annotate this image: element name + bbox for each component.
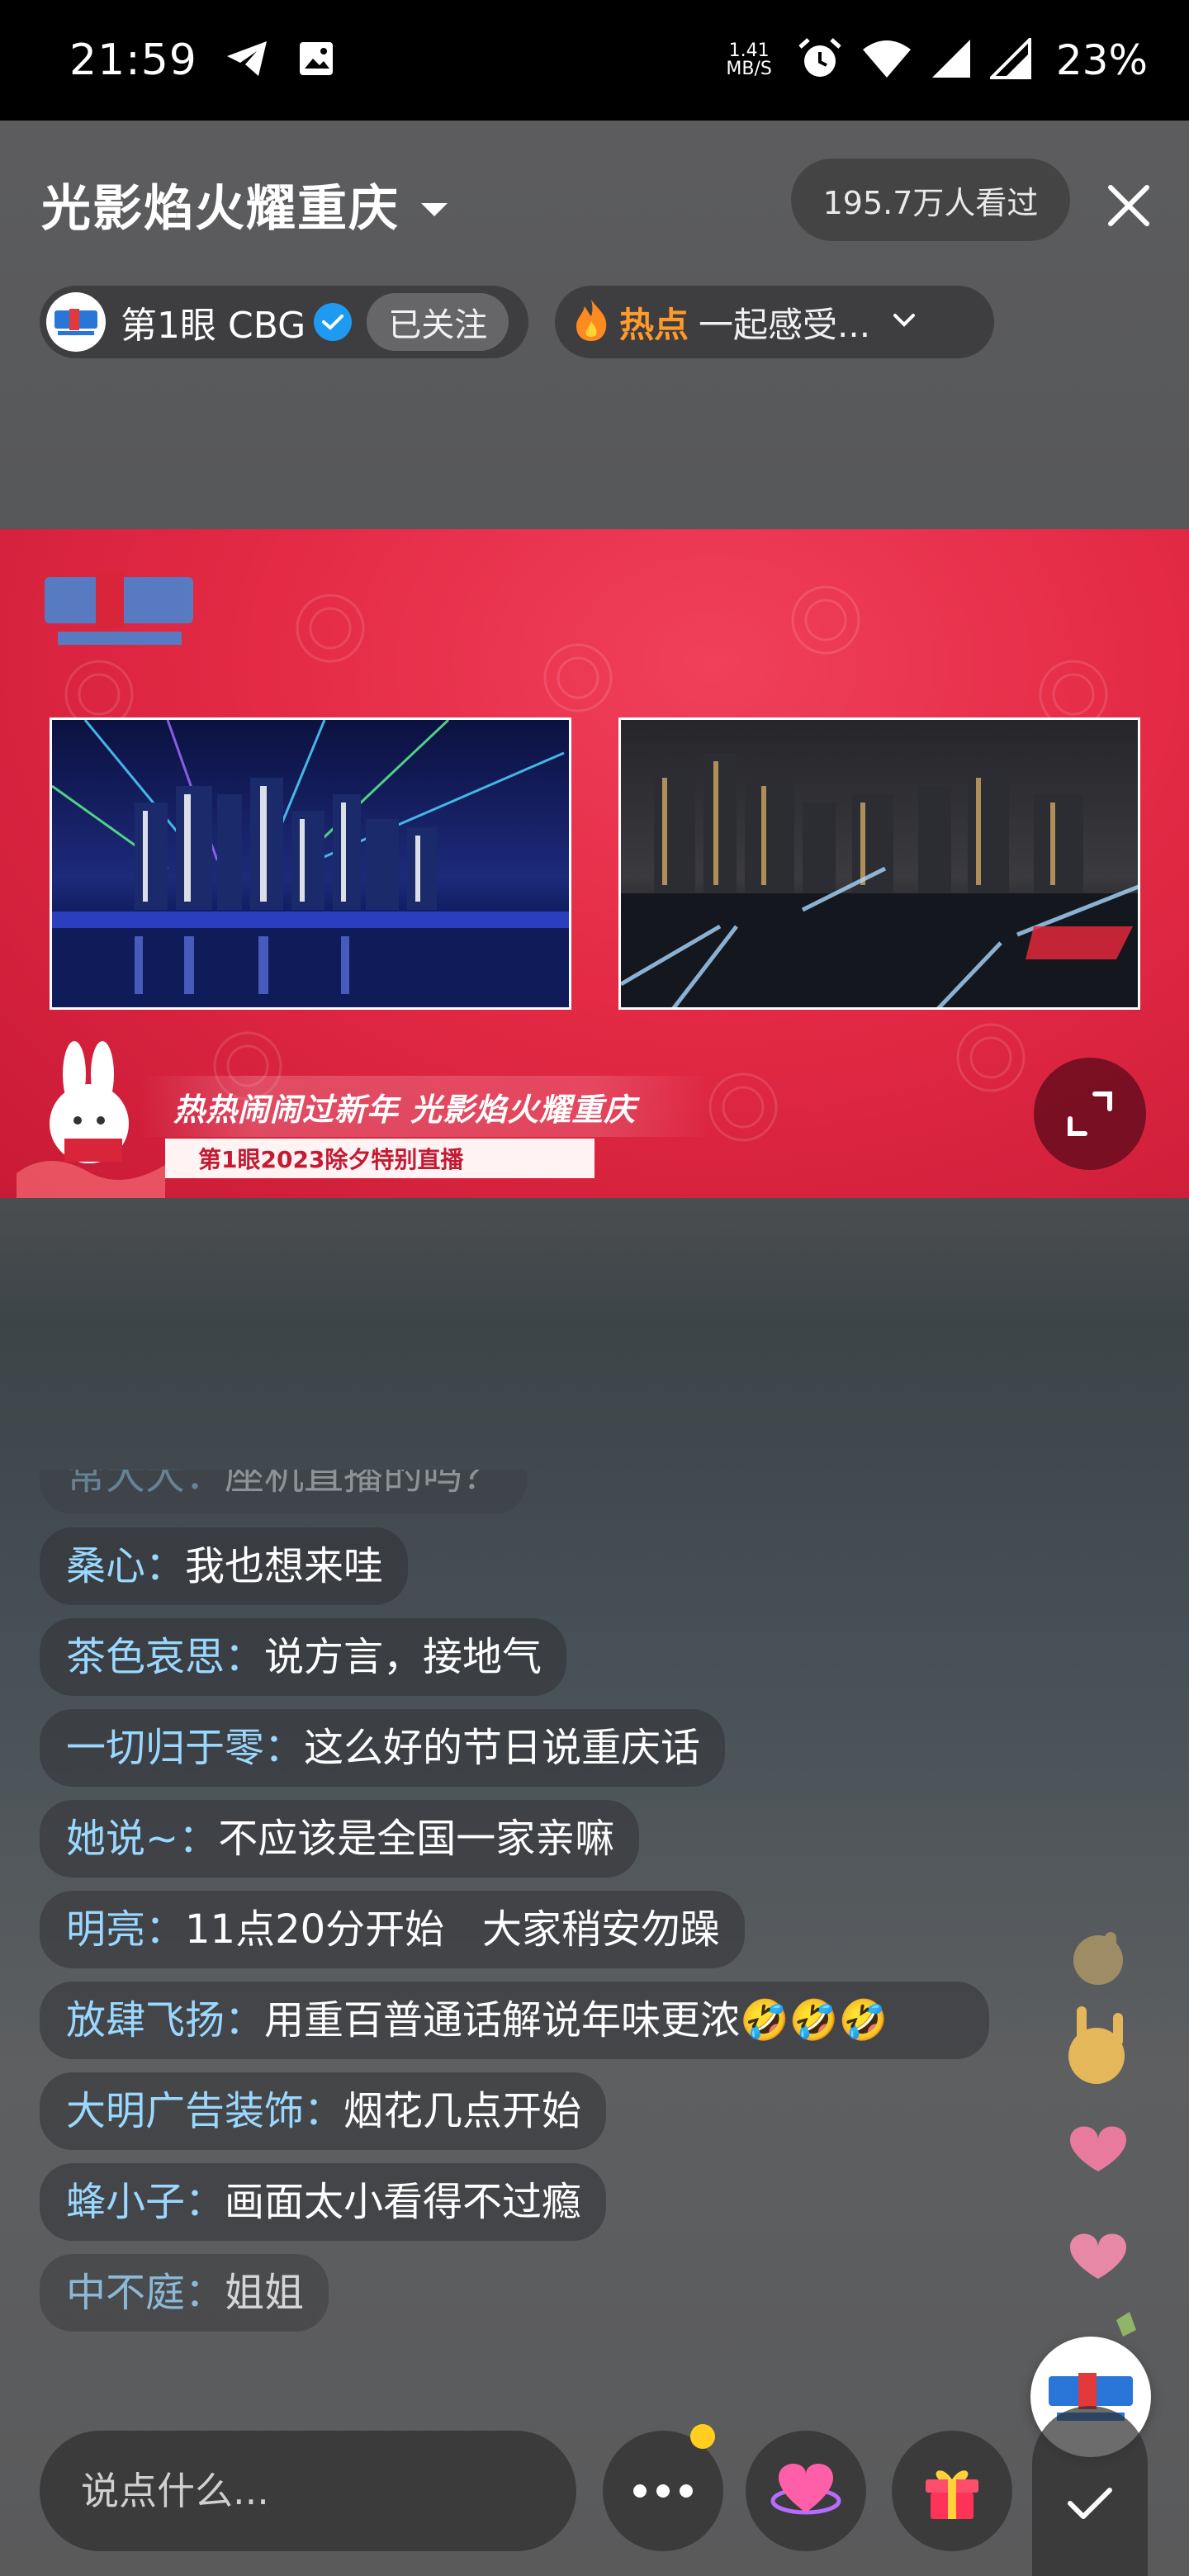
gift-icon (926, 2470, 978, 2519)
banner-subtitle: 第1眼2023除夕特别直播 (165, 1139, 594, 1178)
gift-button[interactable] (892, 2431, 1012, 2551)
status-time: 21:59 (69, 36, 197, 85)
comment-item[interactable]: 桑心：我也想来哇 (40, 1527, 409, 1605)
fullscreen-button[interactable] (1034, 1058, 1146, 1170)
banner-title: 热热闹闹过新年 光影焰火耀重庆 (140, 1076, 710, 1137)
signal-icon (931, 38, 972, 83)
comment-user[interactable]: 常大大： (66, 1470, 225, 1499)
check-icon (1068, 2488, 1112, 2519)
live-title: 光影焰火耀重庆 (41, 180, 400, 238)
status-bar: 21:59 1.41 MB/S 23% (0, 0, 1189, 121)
comment-user[interactable]: 茶色哀思： (66, 1634, 264, 1680)
hot-topic[interactable]: 热点 一起感受... (555, 286, 994, 358)
comment-item[interactable]: 大明广告装饰：烟花几点开始 (40, 2072, 607, 2150)
comment-text: 这么好的节日说重庆话 (304, 1725, 701, 1771)
comment-text: 我也想来哇 (185, 1543, 384, 1589)
comment-text: 画面太小看得不过瘾 (225, 2179, 582, 2225)
camera-feed-right[interactable] (618, 717, 1140, 1010)
camera-feed-left[interactable] (50, 717, 571, 1010)
comment-user[interactable]: 明亮： (66, 1906, 185, 1953)
river-night-scene (621, 753, 1138, 1007)
comment-item[interactable]: 常大大：座机直播的吗？ (40, 1470, 528, 1514)
comment-user[interactable]: 桑心： (66, 1543, 185, 1589)
comment-item[interactable]: 放肆飞扬：用重百普通话解说年味更浓🤣🤣🤣 (40, 1982, 989, 2059)
like-button[interactable] (746, 2431, 866, 2551)
comment-user[interactable]: 她说~： (66, 1816, 218, 1862)
verified-icon (314, 303, 353, 341)
more-button[interactable] (603, 2431, 723, 2551)
image-icon (298, 40, 334, 80)
avatar[interactable] (46, 292, 106, 352)
bottom-bar (0, 2406, 1189, 2576)
comment-item[interactable]: 蜂小子：画面太小看得不过瘾 (40, 2163, 607, 2241)
battery-percent: 23% (1055, 36, 1148, 84)
chevron-down-icon (892, 312, 917, 332)
city-night-scene (52, 720, 569, 1007)
chevron-down-icon (418, 176, 451, 234)
brand-logo (45, 569, 201, 655)
live-header: 光影焰火耀重庆 195.7万人看过 第1眼 CBG 已关注 热点 一起感受... (0, 121, 1189, 533)
net-speed-value: 1.41 (728, 40, 770, 61)
comment-text: 用重百普通话解说年味更浓🤣🤣🤣 (264, 1997, 888, 2043)
comment-text: 11点20分开始 大家稍安勿躁 (185, 1906, 720, 1953)
alarm-icon (797, 36, 843, 85)
comment-user[interactable]: 大明广告装饰： (66, 2088, 343, 2134)
telegram-icon (225, 40, 270, 81)
comment-text: 不应该是全国一家亲嘛 (218, 1816, 615, 1862)
live-title-dropdown[interactable]: 光影焰火耀重庆 (41, 168, 451, 240)
close-icon (1108, 185, 1149, 226)
comment-user[interactable]: 中不庭： (66, 2270, 225, 2316)
comment-text: 烟花几点开始 (343, 2088, 582, 2134)
collapse-button[interactable] (1032, 2406, 1148, 2576)
comment-item[interactable]: 茶色哀思：说方言，接地气 (40, 1618, 567, 1696)
fire-icon (573, 298, 609, 346)
close-button[interactable] (1100, 177, 1158, 234)
comment-item[interactable]: 一切归于零：这么好的节日说重庆话 (40, 1709, 726, 1787)
comment-input[interactable] (40, 2431, 576, 2551)
comment-item[interactable]: 她说~：不应该是全国一家亲嘛 (40, 1800, 640, 1878)
wifi-icon (861, 38, 912, 83)
more-icon (633, 2484, 693, 2498)
hot-text: 一起感受... (699, 304, 871, 345)
notification-dot (690, 2424, 715, 2449)
anchor-name: 第1眼 CBG (121, 305, 306, 347)
comment-item[interactable]: 明亮：11点20分开始 大家稍安勿躁 (40, 1891, 745, 1968)
comment-user[interactable]: 放肆飞扬： (66, 1997, 264, 2043)
fullscreen-icon (1068, 1091, 1112, 1136)
anchor-card[interactable]: 第1眼 CBG 已关注 (40, 286, 528, 358)
comment-user[interactable]: 一切归于零： (66, 1725, 304, 1771)
comment-item[interactable]: 中不庭：姐姐 (40, 2254, 329, 2332)
net-speed-unit: MB/S (726, 59, 772, 79)
follow-button[interactable]: 已关注 (367, 293, 509, 351)
comment-text: 姐姐 (225, 2270, 305, 2316)
video-player[interactable]: 热热闹闹过新年 光影焰火耀重庆 第1眼2023除夕特别直播 (0, 529, 1189, 1198)
comment-text: 说方言，接地气 (264, 1634, 542, 1680)
heart-icon (1070, 2126, 1126, 2171)
net-speed: 1.41 MB/S (726, 42, 771, 78)
comment-list[interactable]: 常大大：座机直播的吗？ 桑心：我也想来哇 茶色哀思：说方言，接地气 一切归于零：… (40, 1470, 1014, 2386)
comment-user[interactable]: 蜂小子： (66, 2179, 225, 2225)
signal-icon-2 (988, 36, 1031, 83)
viewer-count-text: 195.7万人看过 (822, 184, 1039, 221)
comment-text: 座机直播的吗？ (225, 1470, 503, 1499)
viewer-count[interactable]: 195.7万人看过 (791, 159, 1070, 241)
floating-reactions (1047, 1924, 1163, 2353)
hot-label: 热点 (619, 304, 689, 345)
heart-icon (770, 2463, 841, 2515)
reaction-icons (1068, 1932, 1136, 2337)
